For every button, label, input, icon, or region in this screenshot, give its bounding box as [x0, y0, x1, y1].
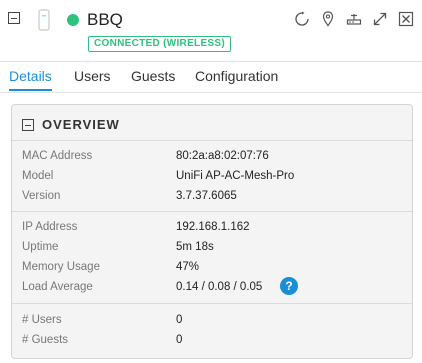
group-divider	[12, 303, 412, 304]
row-label: Memory Usage	[22, 261, 100, 273]
device-toolbar	[293, 10, 414, 27]
row-value: 80:2a:a8:02:07:76	[176, 150, 269, 162]
row-label: IP Address	[22, 221, 78, 233]
collapse-icon[interactable]	[8, 12, 20, 24]
tab-guests[interactable]: Guests	[131, 68, 175, 84]
locate-icon[interactable]	[319, 10, 336, 27]
close-icon[interactable]	[397, 10, 414, 27]
model-row: Model UniFi AP-AC-Mesh-Pro	[22, 170, 402, 188]
row-value: 0	[176, 334, 183, 346]
row-label: Load Average	[22, 281, 93, 293]
mac-address-row: MAC Address 80:2a:a8:02:07:76	[22, 150, 402, 168]
row-value: 0	[176, 314, 183, 326]
status-indicator	[67, 14, 79, 26]
collapse-icon[interactable]	[22, 119, 34, 131]
tab-configuration[interactable]: Configuration	[195, 68, 278, 84]
uptime-row: Uptime 5m 18s	[22, 241, 402, 259]
row-label: MAC Address	[22, 150, 93, 162]
restart-icon[interactable]	[293, 10, 310, 27]
row-label: Uptime	[22, 241, 59, 253]
expand-icon[interactable]	[371, 10, 388, 27]
ip-address-row: IP Address 192.168.1.162	[22, 221, 402, 239]
access-point-icon	[37, 9, 51, 36]
device-name: BBQ	[87, 10, 123, 29]
version-row: Version 3.7.37.6065	[22, 190, 402, 208]
group-divider	[12, 211, 412, 212]
tab-details[interactable]: Details	[9, 68, 52, 91]
row-value: UniFi AP-AC-Mesh-Pro	[176, 170, 295, 182]
overview-panel: OVERVIEW MAC Address 80:2a:a8:02:07:76 M…	[11, 104, 413, 359]
row-value: 3.7.37.6065	[176, 190, 237, 202]
row-label: Model	[22, 170, 54, 182]
help-icon[interactable]: ?	[280, 277, 298, 295]
memory-usage-row: Memory Usage 47%	[22, 261, 402, 279]
overview-divider	[12, 140, 412, 141]
load-average-row: Load Average 0.14 / 0.08 / 0.05 ?	[22, 277, 402, 299]
overview-title: OVERVIEW	[42, 117, 120, 132]
tab-bar: Details Users Guests Configuration	[0, 62, 422, 92]
guests-count-row: # Guests 0	[22, 334, 402, 352]
tab-users[interactable]: Users	[74, 68, 111, 84]
row-value: 47%	[176, 261, 200, 273]
row-value: 0.14 / 0.08 / 0.05	[176, 281, 263, 293]
users-count-row: # Users 0	[22, 314, 402, 332]
row-label: # Users	[22, 314, 62, 326]
network-icon[interactable]	[345, 10, 362, 27]
row-label: # Guests	[22, 334, 69, 346]
connection-status-badge: CONNECTED (WIRELESS)	[88, 36, 231, 52]
row-value: 5m 18s	[176, 241, 214, 253]
tabs-divider	[0, 92, 422, 93]
device-details-panel: BBQ CONNECTED (WIRELESS) Details Users G…	[0, 0, 422, 363]
row-value: 192.168.1.162	[176, 221, 250, 233]
row-label: Version	[22, 190, 61, 202]
